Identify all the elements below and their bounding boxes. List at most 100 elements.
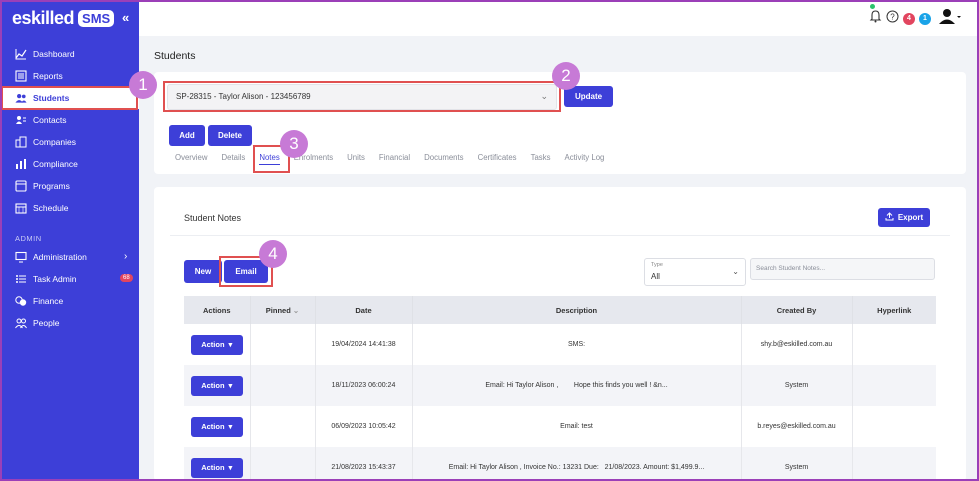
sidebar-item-compliance[interactable]: Compliance [0,153,139,175]
sidebar-item-label: Contacts [33,115,67,125]
sidebar-item-task-admin[interactable]: Task Admin 68 [0,268,139,290]
bar-chart-icon [15,158,27,170]
caret-down-icon: ▾ [228,422,233,431]
users-icon [15,92,27,104]
alert-count-badge[interactable]: 4 [903,12,915,25]
student-select[interactable]: SP-28315 - Taylor Alison - 123456789 ⌄ [167,84,557,110]
help-icon[interactable]: ? [886,10,899,28]
topbar [139,0,979,36]
notes-search-input[interactable]: Search Student Notes... [750,258,935,280]
column-header-created-by: Created By [741,296,853,324]
caret-down-icon: ▾ [228,463,233,472]
date-cell: 19/04/2024 14:41:38 [315,324,413,365]
update-button[interactable]: Update [564,86,613,107]
bell-icon[interactable] [869,9,882,28]
sidebar-item-contacts[interactable]: Contacts [0,109,139,131]
sidebar-item-label: Administration [33,252,87,262]
pinned-cell [250,447,316,481]
student-select-value: SP-28315 - Taylor Alison - 123456789 [176,92,311,101]
description-cell: Email: Hi Taylor Alison , Hope this find… [412,365,742,406]
description-cell: Email: Hi Taylor Alison , Invoice No.: 1… [412,447,742,481]
collapse-sidebar-icon[interactable]: « [122,10,129,25]
row-action-button[interactable]: Action ▾ [190,416,243,437]
info-count-badge[interactable]: 1 [919,12,931,25]
caret-down-icon: ▾ [228,340,233,349]
sidebar-item-label: People [33,318,60,328]
sidebar: eskilled SMS « Dashboard Reports Student… [0,0,139,481]
delete-button[interactable]: Delete [208,125,252,146]
email-note-button[interactable]: Email [224,260,268,283]
hyperlink-cell [852,365,936,406]
table-row: Action ▾ 18/11/2023 06:00:24 Email: Hi Ta… [184,365,936,406]
tab-units[interactable]: Units [347,153,365,165]
column-header-description: Description [412,296,742,324]
tab-notes[interactable]: Notes [259,153,280,165]
window-icon [15,180,27,192]
divider [170,235,950,236]
tab-tasks[interactable]: Tasks [531,153,551,165]
chevron-right-icon: › [124,251,128,262]
sidebar-item-people[interactable]: People [0,312,139,334]
column-header-actions: Actions [184,296,251,324]
column-header-date: Date [315,296,413,324]
sidebar-item-label: Task Admin [33,274,77,284]
admin-section-label: ADMIN [15,234,42,243]
action-label: Action [201,340,225,349]
tab-documents[interactable]: Documents [424,153,463,165]
student-tabs: Overview Details Notes Enrolments Units … [175,153,618,165]
export-label: Export [897,213,924,222]
add-button[interactable]: Add [169,125,205,146]
sidebar-item-dashboard[interactable]: Dashboard [0,43,139,65]
tab-activity-log[interactable]: Activity Log [565,153,605,165]
created-by-cell: System [741,365,853,406]
table-row: Action ▾ 06/09/2023 10:05:42 Email: test … [184,406,936,447]
sidebar-item-reports[interactable]: Reports [0,65,139,87]
coins-icon [15,295,27,307]
calendar-icon [15,202,27,214]
callout-3: 3 [280,130,308,158]
sidebar-item-label: Programs [33,181,70,191]
row-action-button[interactable]: Action ▾ [190,334,243,355]
description-cell: SMS: [412,324,742,365]
sidebar-item-administration[interactable]: Administration › [0,246,139,268]
created-by-cell: shy.b@eskilled.com.au [741,324,853,365]
sidebar-item-label: Students [33,93,70,103]
action-label: Action [201,422,225,431]
sidebar-item-label: Companies [33,137,76,147]
tab-overview[interactable]: Overview [175,153,208,165]
sidebar-item-label: Reports [33,71,63,81]
task-count-badge: 68 [120,274,133,282]
logo-badge: SMS [78,10,115,27]
logo-text: eskilled [12,8,75,28]
contact-card-icon [15,114,27,126]
monitor-icon [15,251,27,263]
tab-certificates[interactable]: Certificates [478,153,517,165]
row-action-button[interactable]: Action ▾ [190,457,243,478]
chevron-down-icon: ⌄ [732,267,739,276]
notes-title: Student Notes [184,213,242,223]
tab-details[interactable]: Details [222,153,246,165]
pinned-cell [250,365,316,406]
column-header-pinned[interactable]: Pinned ⌄ [250,296,316,324]
pinned-cell [250,324,316,365]
sidebar-item-label: Schedule [33,203,69,213]
sidebar-item-programs[interactable]: Programs [0,175,139,197]
type-filter-select[interactable]: Type All ⌄ [644,258,746,286]
sidebar-item-schedule[interactable]: Schedule [0,197,139,219]
row-action-button[interactable]: Action ▾ [190,375,243,396]
date-cell: 06/09/2023 10:05:42 [315,406,413,447]
list-icon [15,273,27,285]
user-avatar-icon[interactable] [939,8,961,29]
new-note-button[interactable]: New [184,260,222,283]
logo[interactable]: eskilled SMS [12,8,115,29]
people-icon [15,317,27,329]
sidebar-item-finance[interactable]: Finance [0,290,139,312]
tab-financial[interactable]: Financial [379,153,410,165]
type-filter-label: Type [651,262,663,268]
svg-text:?: ? [890,12,895,21]
sidebar-item-students[interactable]: Students [0,87,139,109]
pinned-cell [250,406,316,447]
sidebar-item-companies[interactable]: Companies [0,131,139,153]
chevron-down-icon: ⌄ [540,91,548,101]
export-button[interactable]: Export [878,208,930,227]
